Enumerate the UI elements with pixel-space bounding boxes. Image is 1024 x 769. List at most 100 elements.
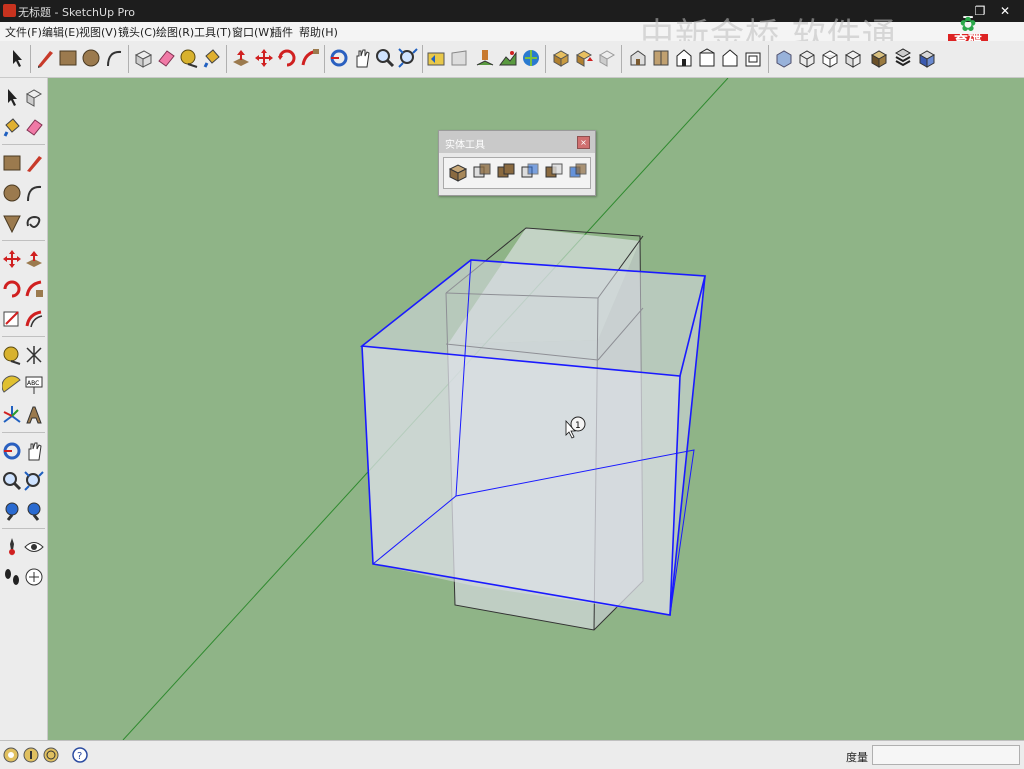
protractor-icon[interactable] xyxy=(2,374,22,396)
palette-button-row xyxy=(443,157,591,189)
shaded-texture-style-icon[interactable] xyxy=(868,47,890,69)
menu-draw[interactable]: 绘图(R) xyxy=(156,24,194,40)
svg-text:?: ? xyxy=(77,751,82,762)
move-icon[interactable] xyxy=(253,47,275,69)
pencil-icon[interactable] xyxy=(34,47,56,69)
share-model-icon[interactable] xyxy=(573,47,595,69)
large-box-selected[interactable] xyxy=(359,259,707,616)
move-icon[interactable] xyxy=(2,248,22,270)
geo-location-icon[interactable] xyxy=(3,747,19,763)
orbit-icon[interactable] xyxy=(2,440,22,462)
freehand-icon[interactable] xyxy=(24,212,44,234)
follow-me-icon[interactable] xyxy=(24,278,44,300)
line-icon[interactable] xyxy=(24,152,44,174)
menu-plugins[interactable]: 插件 xyxy=(271,24,293,40)
wireframe-style-icon[interactable] xyxy=(796,47,818,69)
follow-me-icon[interactable] xyxy=(299,47,321,69)
credits-icon[interactable] xyxy=(23,747,39,763)
push-pull-icon[interactable] xyxy=(230,47,252,69)
xray-style-icon[interactable] xyxy=(773,47,795,69)
pan-icon[interactable] xyxy=(24,440,44,462)
toggle-terrain-icon[interactable] xyxy=(497,47,519,69)
palette-title: 实体工具 xyxy=(445,140,485,151)
status-bar: ? 度量 xyxy=(0,740,1024,769)
scale-icon[interactable] xyxy=(2,308,22,330)
trim-icon[interactable] xyxy=(543,161,565,183)
zoom-window-icon[interactable] xyxy=(24,470,44,492)
menu-camera[interactable]: 镜头(C) xyxy=(118,24,156,40)
circle-icon[interactable] xyxy=(80,47,102,69)
palette-title-bar[interactable]: 实体工具 × xyxy=(439,131,595,153)
zoom-extents-icon[interactable] xyxy=(24,500,44,522)
left-toolbar: ABC xyxy=(0,78,48,740)
outer-shell-icon[interactable] xyxy=(447,161,469,183)
next-view-icon[interactable] xyxy=(448,47,470,69)
hidden-line-style-icon[interactable] xyxy=(819,47,841,69)
rotate-icon[interactable] xyxy=(276,47,298,69)
push-pull-icon[interactable] xyxy=(24,248,44,270)
axes-icon[interactable] xyxy=(2,404,22,426)
get-models-icon[interactable] xyxy=(550,47,572,69)
top-view-icon[interactable] xyxy=(650,47,672,69)
zoom-extents-icon[interactable] xyxy=(397,47,419,69)
3d-text-icon[interactable] xyxy=(24,404,44,426)
menu-help[interactable]: 帮助(H) xyxy=(299,24,338,40)
circle-icon[interactable] xyxy=(2,182,22,204)
front-view-icon[interactable] xyxy=(673,47,695,69)
previous-view-icon[interactable] xyxy=(425,47,447,69)
solid-tools-palette[interactable]: 实体工具 × xyxy=(438,130,596,196)
previous-view-icon[interactable] xyxy=(2,500,22,522)
monochrome-style-icon[interactable] xyxy=(892,47,914,69)
iso-view-icon[interactable] xyxy=(627,47,649,69)
menu-edit[interactable]: 编辑(E) xyxy=(42,24,80,40)
dimension-icon[interactable] xyxy=(24,344,44,366)
rotate-icon[interactable] xyxy=(2,278,22,300)
eraser-icon[interactable] xyxy=(24,116,44,138)
menu-tools[interactable]: 工具(T) xyxy=(194,24,231,40)
menu-file[interactable]: 文件(F) xyxy=(5,24,42,40)
split-icon[interactable] xyxy=(567,161,589,183)
position-camera-icon[interactable] xyxy=(2,536,22,558)
sign-in-icon[interactable] xyxy=(43,747,59,763)
walk-icon[interactable] xyxy=(2,566,22,588)
photo-texture-icon[interactable] xyxy=(520,47,542,69)
polygon-icon[interactable] xyxy=(2,212,22,234)
eraser-icon[interactable] xyxy=(155,47,177,69)
tape-measure-icon[interactable] xyxy=(2,344,22,366)
paint-bucket-icon[interactable] xyxy=(2,116,22,138)
menu-window[interactable]: 窗口(W) xyxy=(232,24,273,40)
union-icon[interactable] xyxy=(495,161,517,183)
add-location-icon[interactable] xyxy=(474,47,496,69)
intersect-icon[interactable] xyxy=(471,161,493,183)
offset-icon[interactable] xyxy=(24,308,44,330)
look-around-icon[interactable] xyxy=(24,536,44,558)
pan-icon[interactable] xyxy=(351,47,373,69)
back-view-icon[interactable] xyxy=(719,47,741,69)
subtract-icon[interactable] xyxy=(519,161,541,183)
select-icon[interactable] xyxy=(2,86,22,108)
tape-measure-icon[interactable] xyxy=(178,47,200,69)
close-icon[interactable]: ✕ xyxy=(997,3,1013,19)
rectangle-icon[interactable] xyxy=(2,152,22,174)
paint-bucket-icon[interactable] xyxy=(201,47,223,69)
shaded-style-icon[interactable] xyxy=(842,47,864,69)
text-icon[interactable]: ABC xyxy=(24,374,44,396)
color-by-layer-style-icon[interactable] xyxy=(916,47,938,69)
make-component-icon[interactable] xyxy=(132,47,154,69)
rectangle-icon[interactable] xyxy=(57,47,79,69)
left-view-icon[interactable] xyxy=(742,47,764,69)
arc-icon[interactable] xyxy=(103,47,125,69)
right-view-icon[interactable] xyxy=(696,47,718,69)
close-icon[interactable]: × xyxy=(577,136,590,149)
zoom-icon[interactable] xyxy=(2,470,22,492)
select-icon[interactable] xyxy=(6,47,28,69)
orbit-icon[interactable] xyxy=(328,47,350,69)
help-icon[interactable]: ? xyxy=(72,747,88,763)
section-plane-icon[interactable] xyxy=(24,566,44,588)
arc-icon[interactable] xyxy=(24,182,44,204)
share-component-icon[interactable] xyxy=(596,47,618,69)
make-component-icon[interactable] xyxy=(24,86,44,108)
measurements-input[interactable] xyxy=(872,745,1020,765)
zoom-icon[interactable] xyxy=(374,47,396,69)
menu-view[interactable]: 视图(V) xyxy=(79,24,117,40)
